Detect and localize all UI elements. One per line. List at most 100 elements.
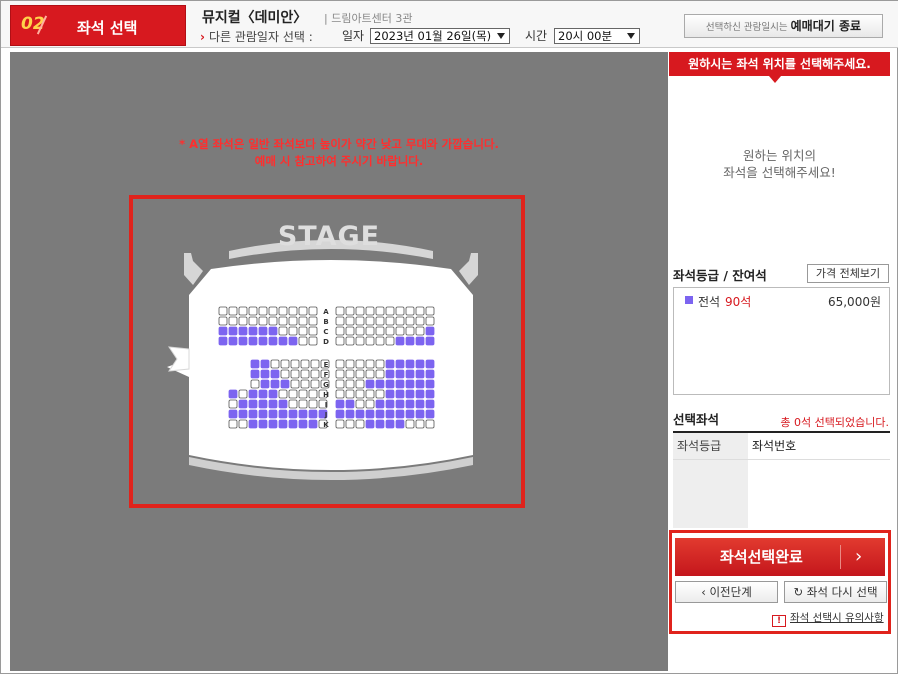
seat-available[interactable] xyxy=(228,389,238,399)
seat-available[interactable] xyxy=(425,399,435,409)
seat-available[interactable] xyxy=(385,419,395,429)
seat-available[interactable] xyxy=(268,409,278,419)
seat-available[interactable] xyxy=(268,336,278,346)
seat-available[interactable] xyxy=(278,419,288,429)
seat-available[interactable] xyxy=(258,389,268,399)
seat-available[interactable] xyxy=(405,409,415,419)
previous-step-button[interactable]: ‹ 이전단계 xyxy=(675,581,778,603)
seat-available[interactable] xyxy=(258,326,268,336)
seat-available[interactable] xyxy=(218,326,228,336)
seat-available[interactable] xyxy=(228,326,238,336)
seat-available[interactable] xyxy=(385,399,395,409)
seat-available[interactable] xyxy=(335,399,345,409)
seat-available[interactable] xyxy=(345,399,355,409)
seat-available[interactable] xyxy=(258,399,268,409)
seat-available[interactable] xyxy=(405,359,415,369)
seat-available[interactable] xyxy=(405,369,415,379)
seat-available[interactable] xyxy=(258,336,268,346)
time-select[interactable]: 20시 00분 xyxy=(554,28,640,44)
seat-available[interactable] xyxy=(270,379,280,389)
seat-available[interactable] xyxy=(268,419,278,429)
seat-available[interactable] xyxy=(365,409,375,419)
seat-available[interactable] xyxy=(405,336,415,346)
seat-available[interactable] xyxy=(278,409,288,419)
seat-available[interactable] xyxy=(405,399,415,409)
seat-available[interactable] xyxy=(278,399,288,409)
seat-available[interactable] xyxy=(425,369,435,379)
seat-available[interactable] xyxy=(268,399,278,409)
seat-available[interactable] xyxy=(385,409,395,419)
seat-available[interactable] xyxy=(415,389,425,399)
seat-available[interactable] xyxy=(278,336,288,346)
seat-available[interactable] xyxy=(270,369,280,379)
seat-available[interactable] xyxy=(238,336,248,346)
seat-available[interactable] xyxy=(268,389,278,399)
seat-available[interactable] xyxy=(248,336,258,346)
seat-available[interactable] xyxy=(395,359,405,369)
seat-available[interactable] xyxy=(415,409,425,419)
seat-available[interactable] xyxy=(395,409,405,419)
seat-available[interactable] xyxy=(238,409,248,419)
end-waiting-button[interactable]: 선택하신 관람일시는 예매대기 종료 xyxy=(684,14,883,38)
seat-available[interactable] xyxy=(298,409,308,419)
seat-available[interactable] xyxy=(238,399,248,409)
seat-available[interactable] xyxy=(268,326,278,336)
seat-available[interactable] xyxy=(228,409,238,419)
seat-available[interactable] xyxy=(375,379,385,389)
seat-available[interactable] xyxy=(375,409,385,419)
view-all-prices-button[interactable]: 가격 전체보기 xyxy=(807,264,889,283)
seat-available[interactable] xyxy=(425,359,435,369)
seat-available[interactable] xyxy=(415,369,425,379)
seat-available[interactable] xyxy=(415,399,425,409)
seat-available[interactable] xyxy=(415,359,425,369)
seat-available[interactable] xyxy=(345,409,355,419)
seat-available[interactable] xyxy=(248,326,258,336)
seat-available[interactable] xyxy=(308,419,318,429)
seat-available[interactable] xyxy=(250,359,260,369)
seat-available[interactable] xyxy=(425,336,435,346)
seat-available[interactable] xyxy=(415,336,425,346)
seat-available[interactable] xyxy=(425,379,435,389)
complete-seat-selection-button[interactable]: 좌석선택완료 › xyxy=(675,538,885,576)
seat-available[interactable] xyxy=(248,419,258,429)
seat-available[interactable] xyxy=(298,419,308,429)
seat-available[interactable] xyxy=(405,379,415,389)
seat-available[interactable] xyxy=(385,379,395,389)
seat-available[interactable] xyxy=(385,389,395,399)
seat-available[interactable] xyxy=(258,409,268,419)
seat-available[interactable] xyxy=(260,359,270,369)
seat-available[interactable] xyxy=(385,369,395,379)
seat-available[interactable] xyxy=(395,399,405,409)
seat-available[interactable] xyxy=(355,409,365,419)
seat-available[interactable] xyxy=(395,419,405,429)
seat-available[interactable] xyxy=(425,326,435,336)
seat-available[interactable] xyxy=(288,336,298,346)
seat-available[interactable] xyxy=(375,419,385,429)
seat-available[interactable] xyxy=(280,379,290,389)
seat-available[interactable] xyxy=(258,419,268,429)
seat-available[interactable] xyxy=(395,389,405,399)
seat-available[interactable] xyxy=(385,359,395,369)
seat-available[interactable] xyxy=(250,369,260,379)
seat-available[interactable] xyxy=(395,379,405,389)
seat-available[interactable] xyxy=(308,409,318,419)
seat-available[interactable] xyxy=(335,409,345,419)
seat-available[interactable] xyxy=(395,336,405,346)
seat-available[interactable] xyxy=(260,379,270,389)
reselect-seats-button[interactable]: ↻ 좌석 다시 선택 xyxy=(784,581,887,603)
seat-available[interactable] xyxy=(218,336,228,346)
seat-available[interactable] xyxy=(395,369,405,379)
seat-available[interactable] xyxy=(375,399,385,409)
seat-available[interactable] xyxy=(260,369,270,379)
seat-available[interactable] xyxy=(248,399,258,409)
seat-caution-link[interactable]: ! 좌석 선택시 유의사항 xyxy=(772,610,884,627)
seat-available[interactable] xyxy=(365,379,375,389)
seat-available[interactable] xyxy=(228,336,238,346)
seat-available[interactable] xyxy=(365,419,375,429)
seat-available[interactable] xyxy=(248,389,258,399)
date-select[interactable]: 2023년 01월 26일(목) xyxy=(370,28,510,44)
seat-available[interactable] xyxy=(248,409,258,419)
seat-available[interactable] xyxy=(288,419,298,429)
seat-available[interactable] xyxy=(425,409,435,419)
seat-available[interactable] xyxy=(288,409,298,419)
